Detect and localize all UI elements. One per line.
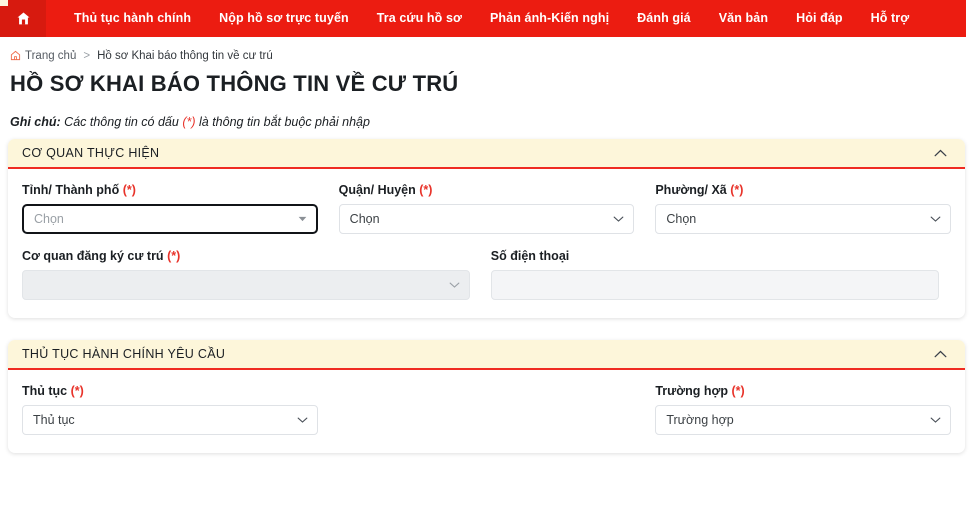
select-procedure[interactable]: Thủ tục: [22, 405, 318, 435]
form-row-procedure: Thủ tục (*) Thủ tục Trường hợp (*): [22, 384, 951, 435]
field-group-agency: Cơ quan đăng ký cư trú (*): [22, 249, 470, 300]
label-phone: Số điện thoại: [491, 249, 939, 263]
breadcrumb: Trang chủ > Hồ sơ Khai báo thông tin về …: [8, 37, 965, 63]
field-spacer: [339, 384, 635, 435]
label-text: Số điện thoại: [491, 249, 569, 263]
label-procedure: Thủ tục (*): [22, 384, 318, 398]
required-marker: (*): [731, 384, 744, 398]
panel-header-thu-tuc-hanh-chinh-yeu-cau[interactable]: THỦ TỤC HÀNH CHÍNH YÊU CẦU: [8, 340, 965, 370]
select-value: Thủ tục: [33, 413, 75, 427]
chevron-up-icon[interactable]: [934, 350, 947, 358]
nav-item-danh-gia[interactable]: Đánh giá: [623, 0, 705, 37]
label-text: Phường/ Xã: [655, 183, 726, 197]
nav-item-thu-tuc-hanh-chinh[interactable]: Thủ tục hành chính: [60, 0, 205, 37]
panel-header-co-quan-thuc-hien[interactable]: CƠ QUAN THỰC HIỆN: [8, 139, 965, 169]
select-value: Trường hợp: [666, 413, 733, 427]
home-icon: [16, 11, 31, 26]
required-marker: (*): [123, 183, 136, 197]
panel-thu-tuc-hanh-chinh-yeu-cau: THỦ TỤC HÀNH CHÍNH YÊU CẦU Thủ tục (*) T…: [8, 340, 965, 453]
label-text: Tỉnh/ Thành phố: [22, 183, 119, 197]
breadcrumb-home-link[interactable]: Trang chủ: [25, 50, 76, 62]
field-group-phone: Số điện thoại: [491, 249, 939, 300]
panel-co-quan-thuc-hien: CƠ QUAN THỰC HIỆN Tỉnh/ Thành phố (*) Ch…: [8, 139, 965, 318]
input-phone[interactable]: [491, 270, 939, 300]
panel-body-co-quan-thuc-hien: Tỉnh/ Thành phố (*) Chọn Quận/ Huyện (*): [8, 169, 965, 318]
required-marker: (*): [167, 249, 180, 263]
label-province: Tỉnh/ Thành phố (*): [22, 183, 318, 197]
top-navigation-bar: Thủ tục hành chính Nộp hồ sơ trực tuyến …: [0, 0, 966, 37]
breadcrumb-current: Hồ sơ Khai báo thông tin về cư trú: [97, 50, 273, 62]
label-case: Trường hợp (*): [655, 384, 951, 398]
form-row-location: Tỉnh/ Thành phố (*) Chọn Quận/ Huyện (*): [22, 183, 951, 234]
nav-home-button[interactable]: [0, 0, 46, 37]
label-district: Quận/ Huyện (*): [339, 183, 635, 197]
nav-item-nop-ho-so-truc-tuyen[interactable]: Nộp hồ sơ trực tuyến: [205, 0, 363, 37]
required-fields-note: Ghi chú: Các thông tin có dấu (*) là thô…: [10, 115, 965, 129]
field-group-case: Trường hợp (*) Trường hợp: [655, 384, 951, 435]
chevron-down-icon: [930, 216, 941, 223]
note-required-marker: (*): [182, 115, 195, 129]
form-row-agency-phone: Cơ quan đăng ký cư trú (*) Số điện thoại: [22, 249, 951, 300]
panel-body-thu-tuc-hanh-chinh-yeu-cau: Thủ tục (*) Thủ tục Trường hợp (*): [8, 370, 965, 453]
chevron-down-icon: [613, 216, 624, 223]
field-group-procedure: Thủ tục (*) Thủ tục: [22, 384, 318, 435]
label-text: Quận/ Huyện: [339, 183, 416, 197]
panel-title: THỦ TỤC HÀNH CHÍNH YÊU CẦU: [22, 347, 225, 361]
note-text-before: Các thông tin có dấu: [61, 115, 183, 129]
nav-item-hoi-dap[interactable]: Hỏi đáp: [782, 0, 857, 37]
label-text: Thủ tục: [22, 384, 67, 398]
select-district[interactable]: Chọn: [339, 204, 635, 234]
label-text: Cơ quan đăng ký cư trú: [22, 249, 164, 263]
select-ward[interactable]: Chọn: [655, 204, 951, 234]
field-group-district: Quận/ Huyện (*) Chọn: [339, 183, 635, 234]
nav-item-phan-anh-kien-nghi[interactable]: Phản ánh-Kiến nghị: [476, 0, 623, 37]
caret-down-icon: [298, 216, 307, 222]
nav-item-van-ban[interactable]: Văn bản: [705, 0, 782, 37]
note-label: Ghi chú:: [10, 115, 61, 129]
note-text-after: là thông tin bắt buộc phải nhập: [196, 115, 370, 129]
page-content: Trang chủ > Hồ sơ Khai báo thông tin về …: [0, 37, 973, 453]
label-agency: Cơ quan đăng ký cư trú (*): [22, 249, 470, 263]
select-value: Chọn: [34, 212, 64, 226]
chevron-down-icon: [930, 417, 941, 424]
select-case[interactable]: Trường hợp: [655, 405, 951, 435]
field-group-province: Tỉnh/ Thành phố (*) Chọn: [22, 183, 318, 234]
nav-item-tra-cuu-ho-so[interactable]: Tra cứu hồ sơ: [363, 0, 476, 37]
chevron-down-icon: [449, 282, 460, 289]
label-text: Trường hợp: [655, 384, 728, 398]
select-agency[interactable]: [22, 270, 470, 300]
required-marker: (*): [71, 384, 84, 398]
home-outline-icon: [10, 50, 21, 61]
nav-item-ho-tro[interactable]: Hỗ trợ: [857, 0, 924, 37]
page-title: HỒ SƠ KHAI BÁO THÔNG TIN VỀ CƯ TRÚ: [10, 71, 965, 97]
select-value: Chọn: [666, 212, 696, 226]
breadcrumb-separator: >: [83, 50, 90, 62]
label-ward: Phường/ Xã (*): [655, 183, 951, 197]
nav-item-list: Thủ tục hành chính Nộp hồ sơ trực tuyến …: [46, 0, 966, 37]
panel-title: CƠ QUAN THỰC HIỆN: [22, 146, 159, 160]
select-value: Chọn: [350, 212, 380, 226]
chevron-down-icon: [297, 417, 308, 424]
field-group-ward: Phường/ Xã (*) Chọn: [655, 183, 951, 234]
required-marker: (*): [419, 183, 432, 197]
chevron-up-icon[interactable]: [934, 149, 947, 157]
select-province[interactable]: Chọn: [22, 204, 318, 234]
required-marker: (*): [730, 183, 743, 197]
